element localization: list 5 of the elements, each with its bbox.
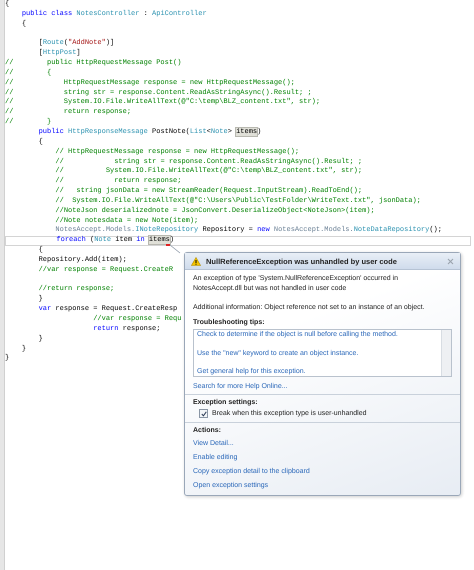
close-icon[interactable] bbox=[447, 258, 454, 264]
warning-icon bbox=[191, 256, 201, 266]
callout-pointer bbox=[166, 242, 182, 254]
checkbox[interactable] bbox=[199, 409, 208, 418]
scrollbar[interactable] bbox=[441, 330, 451, 376]
